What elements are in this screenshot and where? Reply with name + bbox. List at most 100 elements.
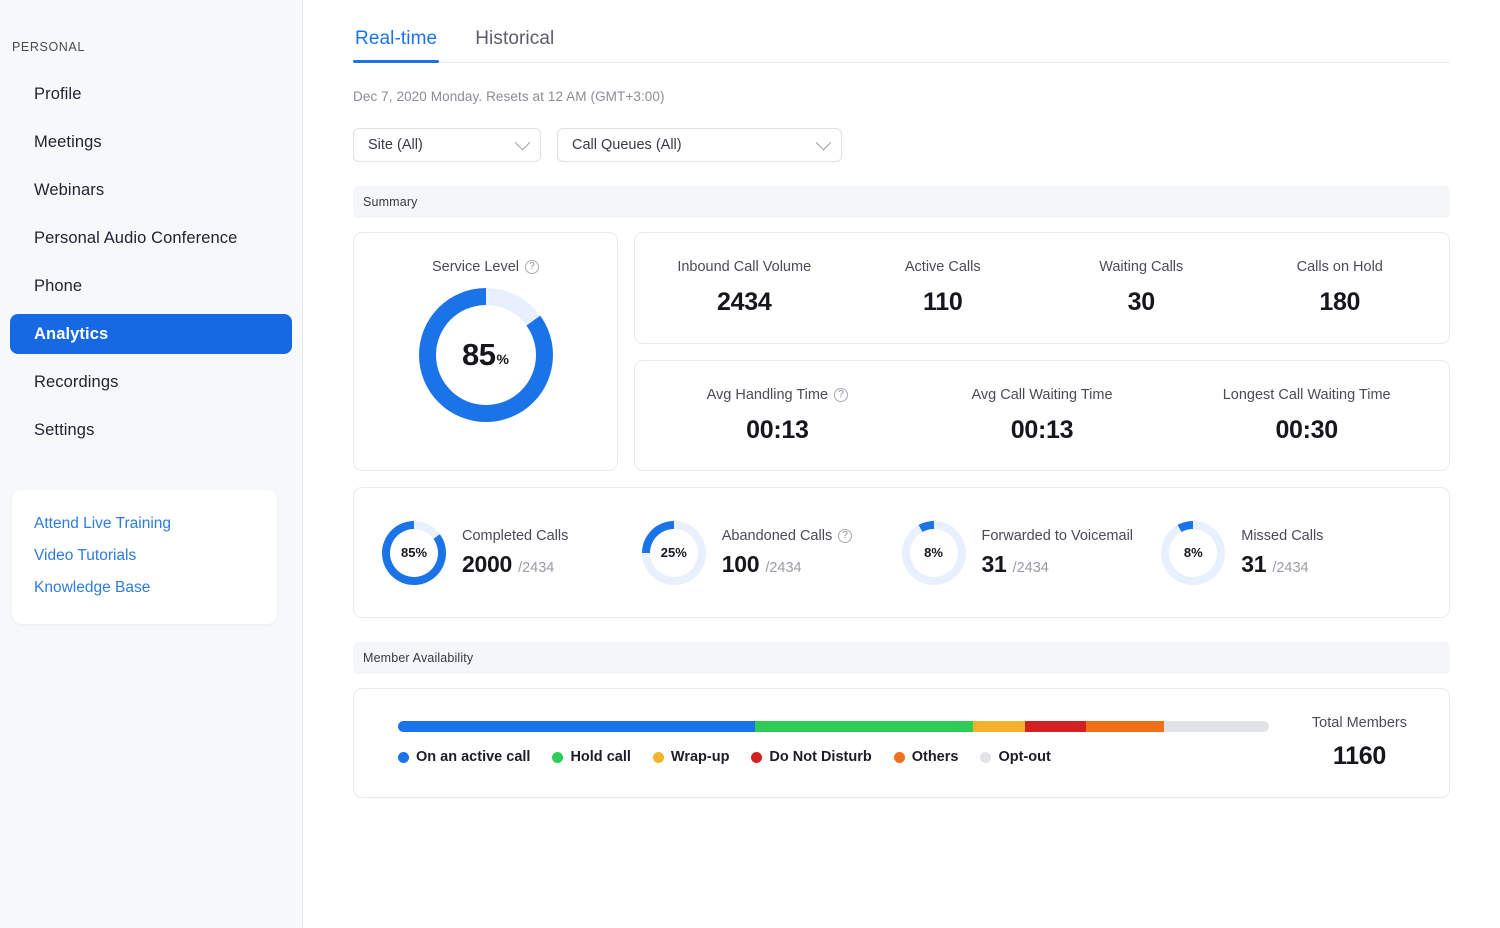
breakdown-value: 31 /2434	[982, 551, 1134, 578]
breakdown-numerator: 100	[721, 550, 760, 577]
sidebar-item-meetings[interactable]: Meetings	[10, 122, 292, 162]
breakdown-title: Missed Calls	[1241, 528, 1323, 544]
legend-item-others: Others	[893, 749, 958, 765]
legend-item-hold-call: Hold call	[552, 749, 631, 765]
stat-avg-handling-time: Avg Handling Time? 00:13	[645, 386, 910, 445]
stat-label-text: Longest Call Waiting Time	[1222, 386, 1391, 403]
help-link-knowledge-base[interactable]: Knowledge Base	[12, 572, 277, 604]
sidebar-item-label: Profile	[34, 84, 82, 103]
stat-value: 180	[1319, 288, 1361, 317]
stat-avg-call-waiting-time: Avg Call Waiting Time 00:13	[910, 386, 1175, 445]
breakdown-donut: 85%	[382, 520, 446, 585]
summary-row: Service Level ? 85% Inbound Call Volume 2…	[353, 232, 1450, 471]
stat-label-text: Waiting Calls	[1099, 259, 1184, 276]
service-level-value: 85	[462, 337, 496, 372]
legend-item-on-an-active-call: On an active call	[398, 749, 530, 765]
sidebar-item-analytics[interactable]: Analytics	[10, 314, 292, 354]
help-icon[interactable]: ?	[834, 387, 849, 402]
breakdown-item-completed-calls: 85% Completed Calls 2000 /2434	[382, 520, 642, 585]
service-level-center: 85%	[419, 288, 553, 422]
breakdown-item-missed-calls: 8% Missed Calls 31 /2434	[1161, 520, 1421, 585]
sidebar-item-personal-audio-conference[interactable]: Personal Audio Conference	[10, 218, 292, 258]
breakdown-title: Forwarded to Voicemail	[982, 528, 1134, 544]
tab-real-time[interactable]: Real-time	[353, 28, 440, 63]
tab-bar: Real-time Historical	[353, 0, 1450, 63]
total-members-label: Total Members	[1311, 715, 1407, 731]
total-members-block: Total Members 1160	[1284, 715, 1407, 771]
stat-longest-call-waiting-time: Longest Call Waiting Time 00:30	[1174, 386, 1439, 445]
legend-color-dot	[980, 751, 992, 763]
help-link-attend-live-training[interactable]: Attend Live Training	[12, 508, 277, 540]
sidebar-item-webinars[interactable]: Webinars	[10, 170, 292, 210]
site-filter-select[interactable]: Site (All)	[353, 128, 541, 162]
breakdown-title: Completed Calls	[462, 528, 568, 544]
chevron-down-icon	[815, 134, 832, 150]
legend-color-dot	[398, 751, 409, 763]
legend-color-dot	[893, 751, 905, 763]
stat-value: 2434	[717, 288, 772, 317]
call-queues-filter-select[interactable]: Call Queues (All)	[557, 128, 842, 162]
availability-segment-on-an-active-call	[398, 721, 756, 732]
sidebar-item-phone[interactable]: Phone	[10, 266, 292, 306]
breakdown-item-forwarded-to-voicemail: 8% Forwarded to Voicemail 31 /2434	[901, 520, 1162, 585]
breakdown-value: 31 /2434	[1241, 551, 1323, 578]
main-content: Real-time Historical Dec 7, 2020 Monday. …	[303, 0, 1500, 928]
breakdown-text: Abandoned Calls? 100 /2434	[721, 528, 853, 578]
breakdown-title: Abandoned Calls?	[722, 528, 853, 544]
breakdown-numerator: 2000	[462, 550, 512, 577]
breakdown-denominator: /2434	[518, 559, 555, 576]
legend-color-dot	[552, 751, 564, 763]
app-root: PERSONAL Profile Meetings Webinars Personal…	[0, 0, 1500, 928]
sidebar-item-label: Personal Audio Conference	[34, 228, 238, 247]
stat-label: Inbound Call Volume	[677, 259, 811, 275]
help-icon[interactable]: ?	[838, 528, 853, 543]
legend-item-wrap-up: Wrap-up	[652, 749, 730, 765]
tab-historical[interactable]: Historical	[473, 28, 556, 62]
breakdown-denominator: /2434	[765, 559, 802, 576]
sidebar-item-label: Webinars	[34, 180, 105, 199]
call-queues-filter-value: Call Queues (All)	[572, 137, 682, 153]
primary-stats-card: Inbound Call Volume 2434 Active Calls 110 Wa…	[634, 232, 1450, 344]
reset-date-note: Dec 7, 2020 Monday. Resets at 12 AM (GMT…	[353, 89, 665, 104]
sidebar-item-label: Recordings	[34, 372, 119, 391]
breakdown-title-text: Missed Calls	[1241, 527, 1324, 544]
breakdown-numerator: 31	[1241, 550, 1267, 577]
total-members-value: 1160	[1332, 742, 1386, 770]
breakdown-text: Forwarded to Voicemail 31 /2434	[982, 528, 1134, 578]
breakdown-donut-label: 8%	[924, 545, 943, 560]
breakdown-donut-label: 8%	[1183, 545, 1203, 560]
sidebar-nav: Profile Meetings Webinars Personal Audio Co…	[0, 74, 302, 450]
breakdown-item-abandoned-calls: 25% Abandoned Calls? 100 /2434	[641, 520, 902, 585]
availability-segment-hold-call	[755, 721, 973, 732]
stat-calls-on-hold: Calls on Hold 180	[1241, 258, 1440, 317]
sidebar-item-profile[interactable]: Profile	[10, 74, 292, 114]
legend-label: Hold call	[570, 749, 631, 765]
breakdown-denominator: /2434	[1012, 559, 1049, 576]
sidebar-item-label: Meetings	[34, 132, 102, 151]
legend-label: Wrap-up	[670, 749, 730, 765]
sidebar-item-settings[interactable]: Settings	[10, 410, 292, 450]
site-filter-value: Site (All)	[368, 137, 423, 153]
service-level-card: Service Level ? 85%	[353, 232, 618, 471]
sidebar-item-recordings[interactable]: Recordings	[10, 362, 292, 402]
breakdown-donut: 8%	[1161, 520, 1226, 585]
stat-value: 30	[1127, 288, 1156, 317]
help-icon[interactable]: ?	[525, 260, 540, 274]
service-level-label: Service Level	[431, 259, 520, 275]
breakdown-donut: 25%	[641, 520, 706, 585]
service-level-unit: %	[496, 351, 509, 367]
breakdown-title-text: Completed Calls	[462, 527, 569, 544]
stat-label: Avg Call Waiting Time	[971, 387, 1112, 403]
stat-label: Longest Call Waiting Time	[1223, 387, 1391, 403]
call-breakdown-card: 85% Completed Calls 2000 /2434 25% Abandoned…	[353, 487, 1450, 618]
breakdown-title-text: Forwarded to Voicemail	[981, 527, 1134, 544]
breakdown-text: Missed Calls 31 /2434	[1241, 528, 1323, 578]
chevron-down-icon	[514, 134, 531, 150]
service-level-donut: 85%	[418, 288, 553, 422]
sidebar-section-label: PERSONAL	[12, 40, 85, 54]
stats-column: Inbound Call Volume 2434 Active Calls 110 Wa…	[634, 232, 1450, 471]
availability-segment-wrap-up	[972, 721, 1026, 732]
stat-inbound-call-volume: Inbound Call Volume 2434	[645, 258, 844, 317]
sidebar-item-label: Phone	[34, 276, 83, 295]
help-link-video-tutorials[interactable]: Video Tutorials	[12, 540, 277, 572]
